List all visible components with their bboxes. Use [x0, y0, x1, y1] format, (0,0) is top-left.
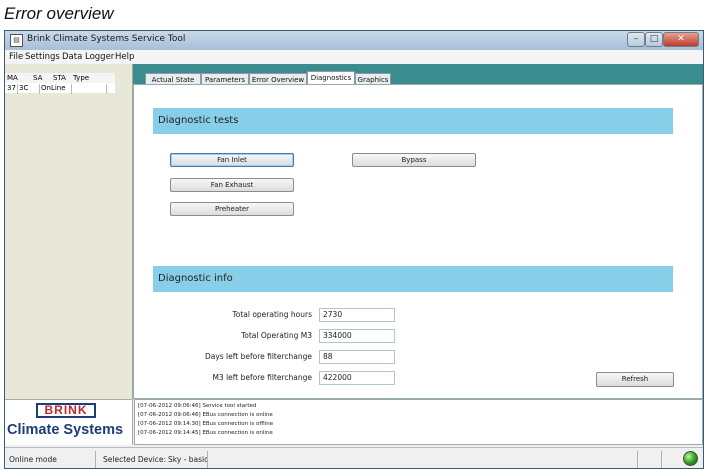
status-divider: [95, 451, 96, 468]
figure-caption: Error overview: [4, 4, 114, 23]
brink-logo: BRINK: [36, 403, 96, 418]
selected-device-label: Selected Device:: [103, 455, 167, 464]
fan-exhaust-button[interactable]: Fan Exhaust: [170, 178, 294, 192]
close-icon[interactable]: ✕: [663, 32, 699, 47]
days-left-filterchange-field[interactable]: 88: [319, 350, 395, 364]
app-icon: ▤: [10, 34, 23, 47]
title-bar: ▤ Brink Climate Systems Service Tool – □…: [5, 31, 703, 51]
column-ma[interactable]: MA: [7, 74, 18, 82]
status-mode: Online mode: [9, 455, 57, 464]
tab-diagnostics[interactable]: Diagnostics: [307, 71, 355, 85]
diagnostic-info-heading: Diagnostic info: [153, 266, 673, 292]
status-divider: [207, 451, 208, 468]
climate-systems-logo: Climate Systems: [7, 422, 124, 438]
diagnostic-tests-heading: Diagnostic tests: [153, 108, 673, 134]
app-window: ▤ Brink Climate Systems Service Tool – □…: [4, 30, 704, 469]
status-divider: [637, 451, 638, 468]
selected-device-value: Sky - basic: [168, 455, 209, 464]
menu-file[interactable]: File: [9, 52, 23, 62]
window-title: Brink Climate Systems Service Tool: [27, 34, 186, 44]
menu-data-logger[interactable]: Data Logger: [62, 52, 114, 62]
diagnostics-panel: Diagnostic tests Fan Inlet Fan Exhaust P…: [133, 84, 703, 399]
event-log[interactable]: [07-06-2012 09:06:46] Service tool start…: [134, 399, 703, 445]
log-line: [07-06-2012 09:14:45] EBus connection is…: [138, 430, 273, 436]
connection-status-icon: [683, 451, 698, 466]
preheater-button[interactable]: Preheater: [170, 202, 294, 216]
device-sta: OnLine: [41, 84, 66, 92]
column-type[interactable]: Type: [73, 74, 89, 82]
total-operating-hours-field[interactable]: 2730: [319, 308, 395, 322]
menu-help[interactable]: Help: [115, 52, 134, 62]
fan-inlet-button[interactable]: Fan Inlet: [170, 153, 294, 167]
device-ma: 37: [7, 84, 16, 92]
column-sa[interactable]: SA: [33, 74, 42, 82]
maximize-icon[interactable]: □: [645, 32, 663, 47]
status-bar: Online mode Selected Device: Sky - basic: [5, 447, 703, 468]
device-list-panel: MA SA STA Type 37 3C OnLine: [5, 64, 133, 399]
device-sa: 3C: [19, 84, 29, 92]
total-operating-m3-field[interactable]: 334000: [319, 329, 395, 343]
days-left-filterchange-label: Days left before filterchange: [204, 352, 312, 361]
minimize-icon[interactable]: –: [627, 32, 645, 47]
m3-left-filterchange-label: M3 left before filterchange: [212, 373, 312, 382]
total-operating-m3-label: Total Operating M3: [240, 331, 312, 340]
log-line: [07-06-2012 09:14:30] EBus connection is…: [138, 421, 274, 427]
log-line: [07-06-2012 09:06:46] EBus connection is…: [138, 412, 273, 418]
menu-settings[interactable]: Settings: [25, 52, 60, 62]
refresh-button[interactable]: Refresh: [596, 372, 674, 387]
tab-strip: Actual State Parameters Error Overview D…: [133, 64, 703, 85]
column-sta[interactable]: STA: [53, 74, 66, 82]
m3-left-filterchange-field[interactable]: 422000: [319, 371, 395, 385]
total-operating-hours-label: Total operating hours: [232, 310, 312, 319]
log-line: [07-06-2012 09:06:46] Service tool start…: [138, 403, 257, 409]
device-row[interactable]: 37 3C OnLine: [5, 83, 115, 94]
menu-bar: File Settings Data Logger Help: [5, 50, 703, 64]
status-divider: [661, 451, 662, 468]
bypass-button[interactable]: Bypass: [352, 153, 476, 167]
brand-logo: BRINK Climate Systems: [5, 399, 133, 445]
